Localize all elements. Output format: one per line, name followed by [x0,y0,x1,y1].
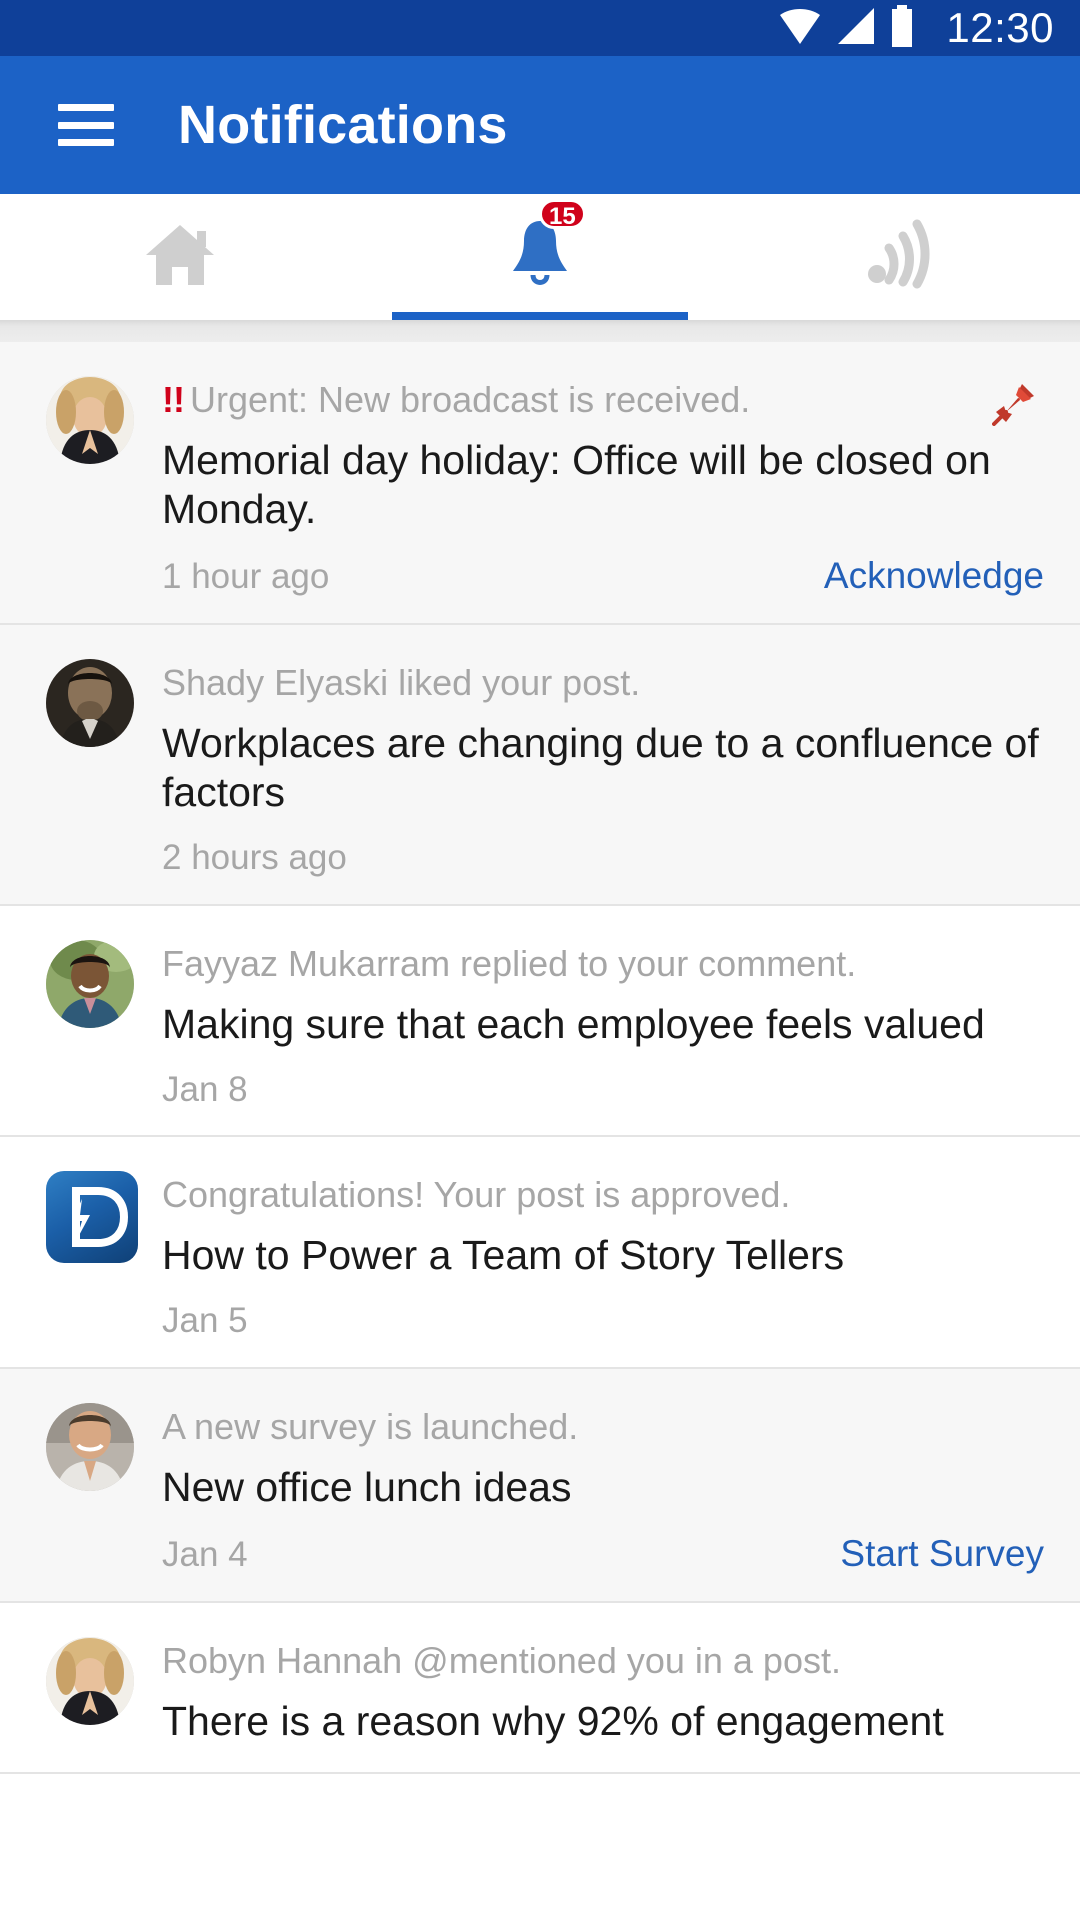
notification-subtitle: Shady Elyaski liked your post. [162,661,641,703]
notification-footer: 2 hours ago [162,839,1044,878]
notification-time: 1 hour ago [162,557,330,597]
page-title: Notifications [178,95,508,155]
notification-title: Memorial day holiday: Office will be clo… [162,436,991,533]
cell-signal-icon [836,6,876,51]
notification-title: There is a reason why 92% of engagement [162,1697,944,1744]
notification-body: Congratulations! Your post is approved. … [162,1171,1044,1341]
tab-broadcast[interactable] [720,194,1080,320]
notification-item[interactable]: Fayyaz Mukarram replied to your comment.… [0,905,1080,1138]
battery-icon [890,4,914,52]
notification-subtitle: Congratulations! Your post is approved. [162,1174,791,1216]
tab-active-indicator [360,312,720,320]
hamburger-menu-icon[interactable] [58,104,114,146]
app-bar: Notifications [0,56,1080,194]
notification-footer: Jan 4 Start Survey [162,1533,1044,1575]
notification-item[interactable]: Shady Elyaski liked your post. Workplace… [0,624,1080,906]
avatar [46,658,134,747]
acknowledge-button[interactable]: Acknowledge [824,556,1044,597]
notification-body: A new survey is launched. New office lun… [162,1403,1044,1575]
notification-subtitle: !! Urgent: New broadcast is received. [162,378,1044,422]
notification-time: Jan 4 [162,1535,248,1575]
bell-icon: 15 [505,198,586,298]
notifications-screen: 12:30 Notifications 15 !! Urgent: New br… [0,0,1080,1920]
notification-title: Workplaces are changing due to a conflue… [162,719,1039,816]
notification-item[interactable]: Robyn Hannah @mentioned you in a post. T… [0,1602,1080,1774]
notification-title: Making sure that each employee feels val… [162,1000,985,1047]
notification-body: Fayyaz Mukarram replied to your comment.… [162,940,1044,1110]
notification-body: Shady Elyaski liked your post. Workplace… [162,659,1044,878]
urgent-icon: !! [162,379,185,420]
list-top-shadow-band [0,320,1080,342]
app-logo-icon [46,1171,138,1264]
avatar [46,376,134,464]
pin-icon[interactable] [992,382,1036,426]
tab-notifications[interactable]: 15 [360,194,720,320]
notification-time: Jan 5 [162,1301,248,1341]
status-bar: 12:30 [0,0,1080,56]
notification-time: Jan 8 [162,1069,248,1109]
tab-home[interactable] [0,194,360,320]
notification-list[interactable]: !! Urgent: New broadcast is received. Mem… [0,342,1080,1920]
notification-subtitle-text: Urgent: New broadcast is received. [189,379,751,420]
avatar [46,1402,134,1491]
notification-body: Robyn Hannah @mentioned you in a post. T… [162,1637,1044,1746]
notification-item[interactable]: Congratulations! Your post is approved. … [0,1137,1080,1369]
home-icon [142,221,218,294]
notification-item[interactable]: !! Urgent: New broadcast is received. Mem… [0,342,1080,625]
avatar [46,1636,134,1725]
start-survey-button[interactable]: Start Survey [840,1533,1044,1575]
notification-subtitle: Fayyaz Mukarram replied to your comment. [162,942,857,984]
notification-title: How to Power a Team of Story Tellers [162,1232,845,1279]
notifications-badge: 15 [539,198,586,230]
avatar [46,939,134,1028]
notification-subtitle: Robyn Hannah @mentioned you in a post. [162,1639,841,1681]
notification-title: New office lunch ideas [162,1463,572,1510]
notification-footer: 1 hour ago Acknowledge [162,556,1044,597]
broadcast-icon [863,218,937,297]
wifi-icon [778,6,822,51]
notification-time: 2 hours ago [162,838,347,878]
tab-bar: 15 [0,194,1080,320]
notification-item[interactable]: A new survey is launched. New office lun… [0,1368,1080,1603]
notification-subtitle: A new survey is launched. [162,1405,579,1447]
notification-body: !! Urgent: New broadcast is received. Mem… [162,376,1044,597]
notification-footer: Jan 8 [162,1069,1044,1110]
status-bar-clock: 12:30 [946,4,1054,51]
notification-footer: Jan 5 [162,1302,1044,1341]
status-bar-icons: 12:30 [778,4,1054,52]
